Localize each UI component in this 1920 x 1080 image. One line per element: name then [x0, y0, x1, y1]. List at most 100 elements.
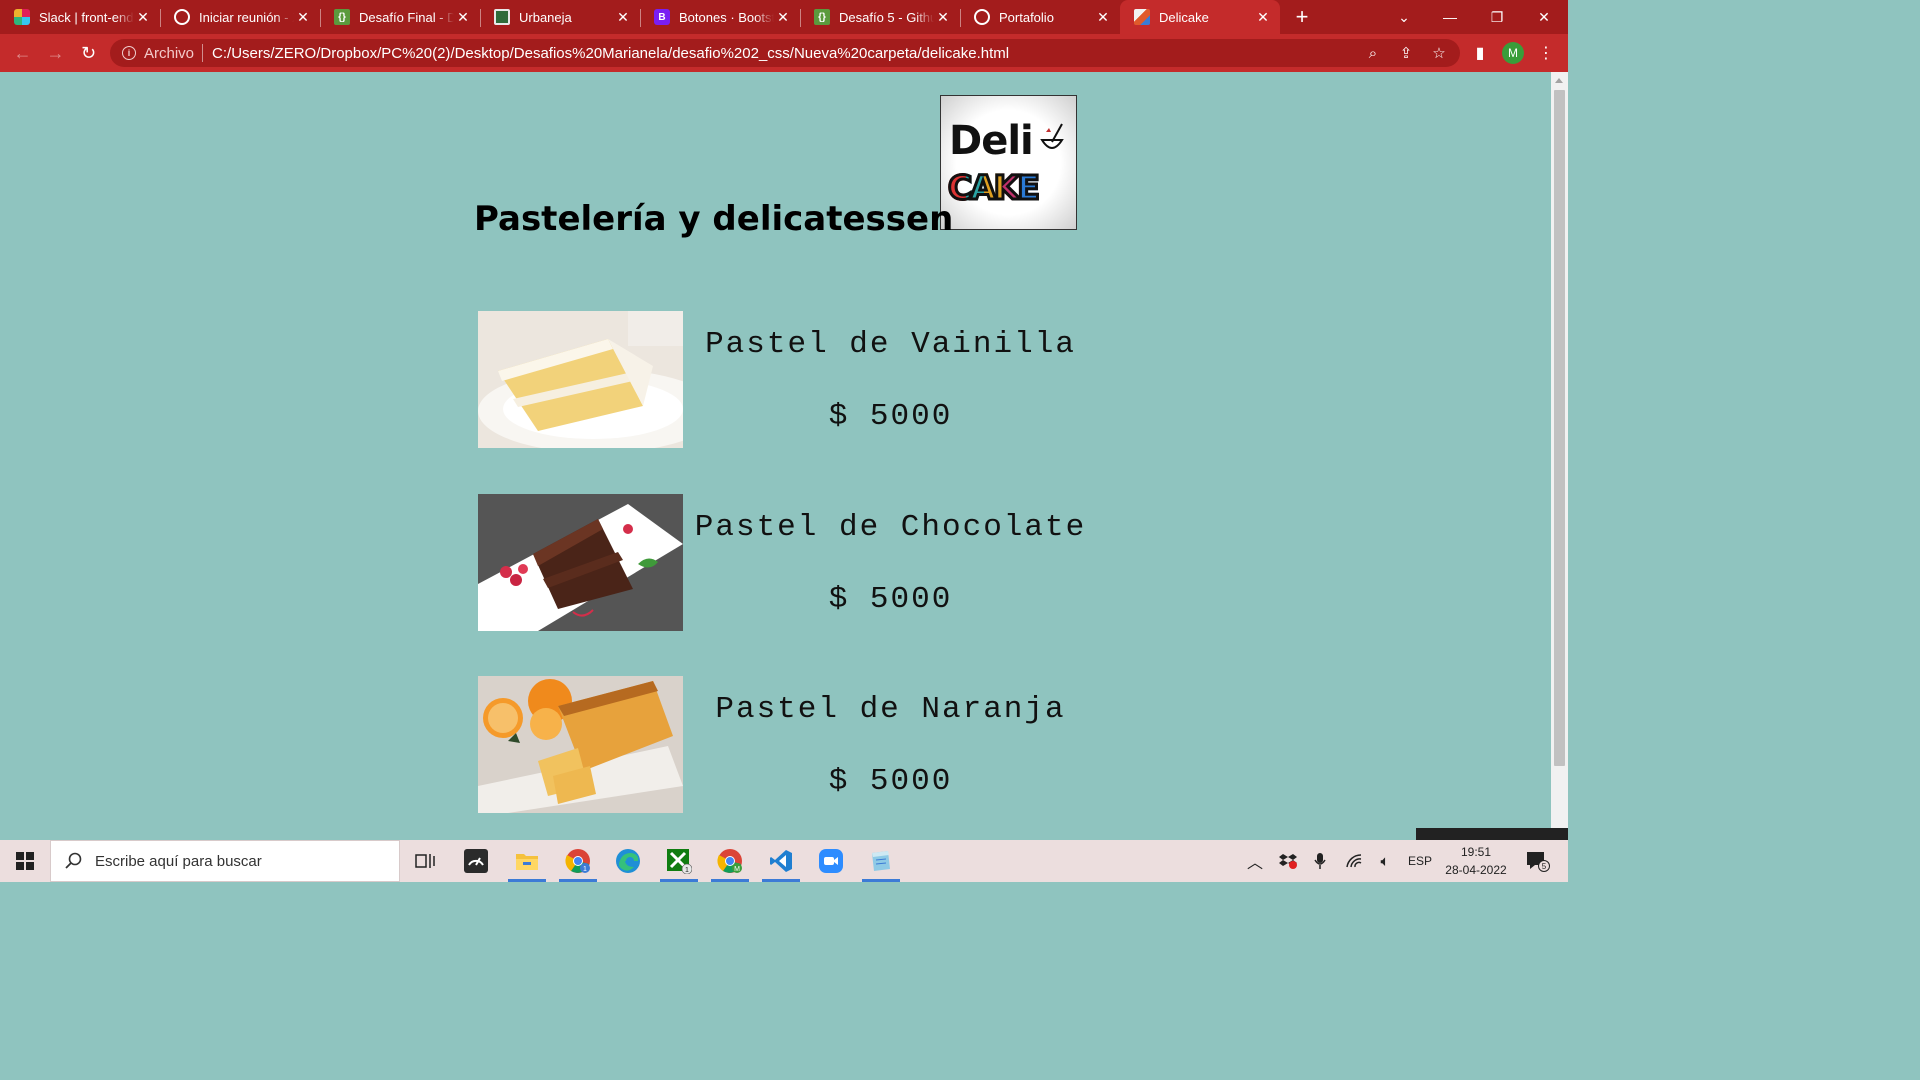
start-button[interactable] — [0, 840, 50, 882]
clock-time: 19:51 — [1460, 845, 1492, 859]
address-bar[interactable]: i Archivo C:/Users/ZERO/Dropbox/PC%20(2)… — [110, 39, 1460, 67]
close-tab-icon[interactable]: ✕ — [1254, 9, 1272, 26]
bookmark-star-icon[interactable]: ☆ — [1424, 39, 1454, 67]
close-tab-icon[interactable]: ✕ — [134, 9, 152, 26]
vanilla-cake-photo — [478, 311, 683, 448]
language-label: ESP — [1407, 854, 1432, 868]
taskbar-app-zoom[interactable] — [806, 840, 856, 882]
page-content: Deli CAKE Pastelería y delicatessen Past… — [0, 72, 1551, 840]
chrome-badge: 1 — [583, 866, 587, 873]
browser-toolbar: ← → ↻ i Archivo C:/Users/ZERO/Dropbox/PC… — [0, 34, 1568, 72]
taskbar-search-input[interactable]: Escribe aquí para buscar — [50, 840, 400, 882]
zoom-icon — [819, 849, 843, 873]
search-placeholder: Escribe aquí para buscar — [95, 852, 262, 870]
taskbar-app-notepad[interactable] — [856, 840, 906, 882]
dropbox-icon — [1279, 854, 1297, 869]
logo-text-cake: CAKE — [947, 167, 1042, 209]
taskbar-app-xbox[interactable]: 1 — [654, 840, 704, 882]
folder-icon — [516, 854, 538, 870]
dropbox-tray-icon[interactable] — [1276, 840, 1300, 882]
tab-delicake[interactable]: Delicake ✕ — [1120, 0, 1280, 34]
notification-count: 5 — [1542, 862, 1547, 871]
scroll-up-arrow-icon[interactable] — [1555, 78, 1563, 83]
delicake-icon — [1134, 9, 1150, 25]
back-button[interactable]: ← — [6, 34, 39, 72]
tab-desafio-5[interactable]: {} Desafío 5 - Githul ✕ — [800, 0, 960, 34]
tab-zoom[interactable]: Iniciar reunión - Z ✕ — [160, 0, 320, 34]
tab-desafio-final[interactable]: {} Desafío Final - De ✕ — [320, 0, 480, 34]
chrome-icon: 1 — [565, 849, 590, 873]
info-icon[interactable]: i — [122, 46, 136, 60]
scheme-label: Archivo — [144, 44, 195, 62]
clock[interactable]: 19:51 28-04-2022 — [1438, 843, 1514, 879]
bootstrap-icon: B — [654, 9, 670, 25]
language-indicator[interactable]: ESP — [1404, 840, 1436, 882]
share-icon[interactable]: ⇪ — [1391, 39, 1421, 67]
taskbar-app-speed[interactable] — [451, 840, 501, 882]
close-window-button[interactable]: ✕ — [1521, 0, 1567, 34]
microphone-icon — [1314, 853, 1326, 869]
vscode-icon — [770, 850, 792, 872]
product-card: Pastel de Naranja $ 5000 — [478, 676, 1098, 813]
slack-icon — [14, 9, 30, 25]
tab-urbaneja[interactable]: Urbaneja ✕ — [480, 0, 640, 34]
close-tab-icon[interactable]: ✕ — [294, 9, 312, 26]
taskbar-app-explorer[interactable] — [502, 840, 552, 882]
tab-title: Botones · Bootstr — [679, 9, 774, 25]
vertical-scrollbar[interactable] — [1551, 72, 1568, 840]
search-icon — [65, 852, 82, 869]
url-text[interactable]: C:/Users/ZERO/Dropbox/PC%20(2)/Desktop/D… — [212, 45, 1009, 62]
windows-icon — [16, 852, 34, 870]
menu-kebab-icon[interactable]: ⋮ — [1530, 34, 1562, 72]
zoom-icon[interactable]: ⌕ — [1358, 39, 1388, 67]
globe-icon — [174, 9, 190, 25]
close-tab-icon[interactable]: ✕ — [1094, 9, 1112, 26]
microphone-tray-icon[interactable] — [1309, 840, 1331, 882]
chrome-icon: M — [717, 849, 742, 873]
tab-bootstrap[interactable]: B Botones · Bootstr ✕ — [640, 0, 800, 34]
reload-button[interactable]: ↻ — [72, 34, 105, 72]
taskbar-app-chrome-2[interactable]: M — [705, 840, 755, 882]
restore-button[interactable]: ❐ — [1474, 0, 1520, 34]
desafio-icon: {} — [334, 9, 350, 25]
wifi-icon — [1346, 854, 1362, 868]
taskbar-app-edge[interactable] — [603, 840, 653, 882]
whisk-icon — [1040, 123, 1064, 149]
new-tab-button[interactable]: + — [1280, 0, 1324, 34]
show-hidden-icons-button[interactable]: ︿ — [1243, 840, 1267, 882]
taskbar-app-vscode[interactable] — [756, 840, 806, 882]
tab-portafolio[interactable]: Portafolio ✕ — [960, 0, 1120, 34]
tab-slack[interactable]: Slack | front-end- ✕ — [0, 0, 160, 34]
product-name: Pastel de Vainilla — [705, 327, 1076, 362]
urbaneja-icon — [494, 9, 510, 25]
forward-button[interactable]: → — [39, 34, 72, 72]
product-card: Pastel de Vainilla $ 5000 — [478, 311, 1098, 448]
chocolate-cake-photo — [478, 494, 683, 631]
tab-strip: Slack | front-end- ✕ Iniciar reunión - Z… — [0, 0, 1568, 34]
divider — [202, 44, 204, 62]
close-tab-icon[interactable]: ✕ — [614, 9, 632, 26]
notification-center-button[interactable]: 5 — [1520, 840, 1556, 882]
speaker-icon: 🔈︎ — [1380, 852, 1390, 870]
close-tab-icon[interactable]: ✕ — [454, 9, 472, 26]
product-card: Pastel de Chocolate $ 5000 — [478, 494, 1098, 631]
volume-tray-icon[interactable]: 🔈︎ — [1373, 840, 1397, 882]
taskbar-app-chrome-1[interactable]: 1 — [553, 840, 603, 882]
product-price: $ 5000 — [828, 582, 953, 617]
side-panel-icon[interactable]: ▮ — [1464, 34, 1496, 72]
scrollbar-thumb[interactable] — [1554, 90, 1565, 766]
tab-title: Iniciar reunión - Z — [199, 9, 294, 25]
minimize-button[interactable]: ― — [1427, 0, 1473, 34]
task-view-button[interactable] — [400, 840, 450, 882]
tab-title: Urbaneja — [519, 9, 572, 25]
delicake-logo: Deli CAKE — [940, 95, 1077, 230]
wifi-tray-icon[interactable] — [1342, 840, 1366, 882]
tab-title: Delicake — [1159, 9, 1209, 25]
close-tab-icon[interactable]: ✕ — [774, 9, 792, 26]
profile-button[interactable]: M — [1497, 34, 1529, 72]
close-tab-icon[interactable]: ✕ — [934, 9, 952, 26]
xbox-icon: 1 — [667, 849, 692, 874]
tab-search-button[interactable]: ⌄ — [1381, 0, 1427, 34]
desafio-icon: {} — [814, 9, 830, 25]
xbox-badge: 1 — [685, 867, 689, 874]
